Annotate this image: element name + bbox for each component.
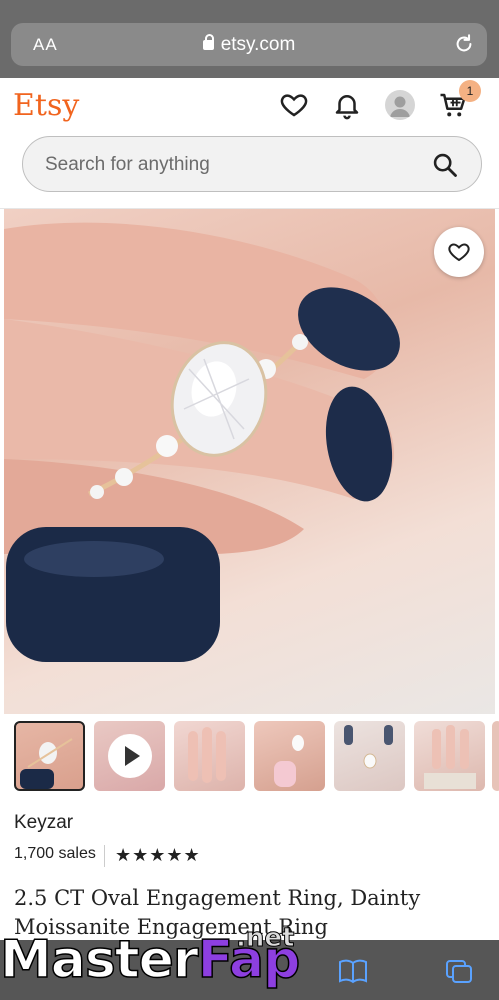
watermark-part1: Master — [0, 929, 199, 991]
play-icon[interactable] — [108, 734, 152, 778]
thumbnail-item[interactable] — [334, 721, 405, 791]
thumbnail-hand-image — [424, 725, 476, 789]
book-icon[interactable] — [338, 958, 368, 984]
ring-photo — [4, 222, 400, 662]
etsy-logo[interactable]: Etsy — [13, 88, 79, 123]
reload-icon[interactable] — [453, 33, 475, 55]
address-bar[interactable]: AA etsy.com — [11, 23, 487, 66]
search-bar[interactable] — [22, 136, 482, 192]
url-display[interactable]: etsy.com — [11, 34, 487, 56]
url-text: etsy.com — [220, 34, 296, 55]
shop-name[interactable]: Keyzar — [14, 812, 73, 834]
avatar-icon[interactable] — [385, 90, 415, 120]
sales-count: 1,700 sales — [14, 845, 96, 862]
thumbnail-video[interactable] — [94, 721, 165, 791]
bell-icon[interactable] — [332, 90, 362, 120]
thumbnail-item[interactable] — [414, 721, 485, 791]
product-main-image[interactable] — [4, 209, 495, 714]
cart-count-badge: 1 — [459, 80, 481, 102]
favorite-button[interactable] — [434, 227, 484, 277]
divider — [104, 845, 105, 867]
site-header: Etsy 1 — [0, 78, 499, 209]
browser-top-bar: AA etsy.com — [0, 0, 499, 78]
thumbnail-item[interactable] — [492, 721, 499, 791]
thumbnail-ring-image — [344, 725, 393, 769]
search-input[interactable] — [43, 151, 417, 179]
search-icon[interactable] — [431, 151, 459, 179]
thumbnail-strip[interactable] — [14, 721, 499, 793]
tabs-icon[interactable] — [444, 958, 474, 984]
thumbnail-hand-image — [188, 727, 226, 783]
heart-icon — [448, 243, 470, 262]
thumbnail-ring-image — [274, 735, 304, 787]
thumbnail-item[interactable] — [174, 721, 245, 791]
heart-icon[interactable] — [279, 90, 309, 120]
thumbnail-item[interactable] — [14, 721, 85, 791]
star-rating[interactable]: ★★★★★ — [115, 845, 201, 866]
thumbnail-item[interactable] — [254, 721, 325, 791]
lock-icon — [202, 34, 214, 50]
watermark-suffix: .net — [235, 923, 295, 954]
thumbnail-ring-image — [20, 738, 73, 789]
